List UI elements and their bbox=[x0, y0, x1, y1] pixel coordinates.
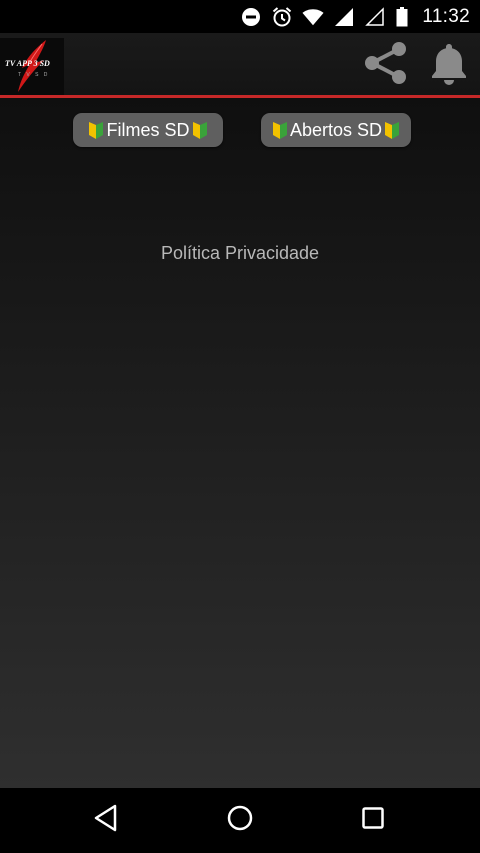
recents-icon bbox=[361, 806, 385, 835]
logo-subtext: T V S D bbox=[18, 72, 50, 78]
main-content: Filmes SD Abertos SD Política Privacidad… bbox=[0, 98, 480, 788]
back-icon bbox=[93, 804, 119, 837]
recents-button[interactable] bbox=[351, 800, 395, 840]
app-bar: TV APP 3 SD T V S D bbox=[0, 33, 480, 96]
filmes-sd-label: Filmes SD bbox=[106, 119, 190, 140]
screen: 11:32 TV APP 3 SD T V S D Filmes SD Aber… bbox=[0, 0, 480, 853]
signal-empty-icon bbox=[364, 6, 386, 28]
privacy-policy-link[interactable]: Política Privacidade bbox=[0, 243, 480, 264]
abertos-sd-button[interactable]: Abertos SD bbox=[261, 113, 411, 147]
app-logo: TV APP 3 SD T V S D bbox=[0, 38, 64, 96]
home-icon bbox=[226, 804, 254, 837]
bell-icon bbox=[429, 41, 469, 90]
abertos-sd-label: Abertos SD bbox=[289, 119, 383, 140]
beginner-mark-icon bbox=[272, 120, 288, 140]
back-button[interactable] bbox=[84, 800, 128, 840]
beginner-mark-icon bbox=[192, 120, 208, 140]
beginner-mark-icon bbox=[88, 120, 104, 140]
logo-text: TV APP 3 SD bbox=[5, 59, 50, 68]
share-icon bbox=[362, 40, 408, 91]
wifi-icon bbox=[302, 6, 324, 28]
notifications-button[interactable] bbox=[424, 40, 474, 90]
system-nav-bar bbox=[0, 788, 480, 853]
home-button[interactable] bbox=[218, 800, 262, 840]
status-icons: 11:32 bbox=[240, 0, 470, 33]
share-button[interactable] bbox=[360, 40, 410, 90]
do-not-disturb-icon bbox=[240, 6, 262, 28]
beginner-mark-icon bbox=[384, 120, 400, 140]
alarm-icon bbox=[271, 6, 293, 28]
signal-icon bbox=[333, 6, 355, 28]
filmes-sd-button[interactable]: Filmes SD bbox=[73, 113, 223, 147]
status-bar: 11:32 bbox=[0, 0, 480, 33]
clock-time: 11:32 bbox=[422, 5, 470, 27]
battery-icon bbox=[395, 6, 409, 28]
